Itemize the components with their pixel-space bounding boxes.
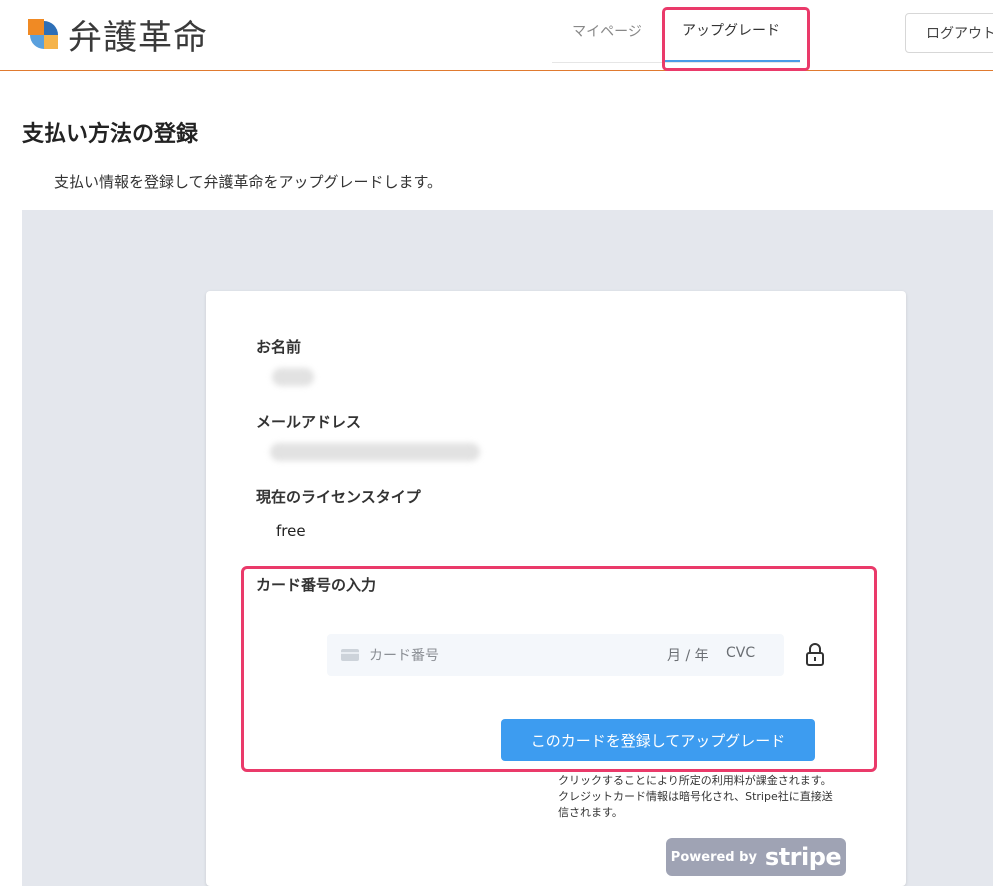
page-title: 支払い方法の登録: [22, 122, 199, 147]
billing-notice: クリックすることにより所定の利用料が課金されます。クレジットカード情報は暗号化さ…: [558, 774, 833, 819]
nav-item-upgrade[interactable]: アップグレード: [662, 0, 800, 62]
page-description: 支払い情報を登録して弁護革命をアップグレードします。: [54, 173, 443, 191]
card-number-placeholder[interactable]: カード番号: [369, 645, 439, 665]
app-header: 弁護革命 マイページ アップグレード ログアウト: [0, 0, 993, 71]
cvc-placeholder[interactable]: CVC: [726, 645, 755, 661]
nav-item-mypage[interactable]: マイページ: [552, 0, 662, 62]
card-section-label: カード番号の入力: [256, 576, 377, 594]
credit-card-icon: [341, 649, 359, 661]
powered-by-stripe-badge[interactable]: Powered by stripe: [666, 838, 846, 876]
top-nav: マイページ アップグレード: [552, 0, 800, 63]
lock-icon: [806, 643, 824, 666]
logout-button[interactable]: ログアウト: [905, 13, 993, 53]
name-value-redacted: [272, 368, 314, 386]
stripe-logo-text: stripe: [764, 843, 842, 871]
logo-icon: [28, 18, 60, 49]
name-label: お名前: [256, 338, 302, 356]
logo-text: 弁護革命: [68, 18, 208, 58]
logo[interactable]: 弁護革命: [26, 10, 208, 59]
email-value-redacted: [270, 443, 480, 461]
card-input-field[interactable]: カード番号 月 / 年 CVC: [327, 634, 784, 676]
stripe-badge-prefix: Powered by: [670, 849, 757, 865]
expiry-placeholder[interactable]: 月 / 年: [667, 645, 709, 665]
email-label: メールアドレス: [256, 413, 362, 431]
license-value: free: [276, 522, 306, 540]
license-label: 現在のライセンスタイプ: [256, 488, 421, 506]
register-upgrade-button[interactable]: このカードを登録してアップグレード: [501, 719, 815, 761]
